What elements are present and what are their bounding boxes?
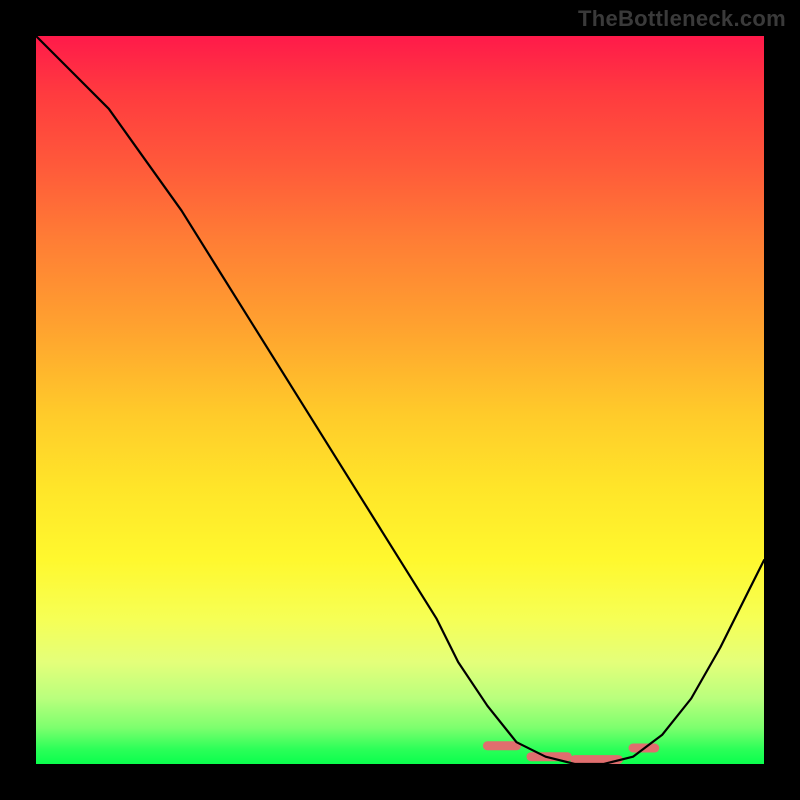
chart-svg bbox=[36, 36, 764, 764]
chart-frame: TheBottleneck.com bbox=[0, 0, 800, 800]
bottleneck-curve bbox=[36, 36, 764, 764]
plot-area bbox=[36, 36, 764, 764]
watermark-text: TheBottleneck.com bbox=[578, 6, 786, 32]
